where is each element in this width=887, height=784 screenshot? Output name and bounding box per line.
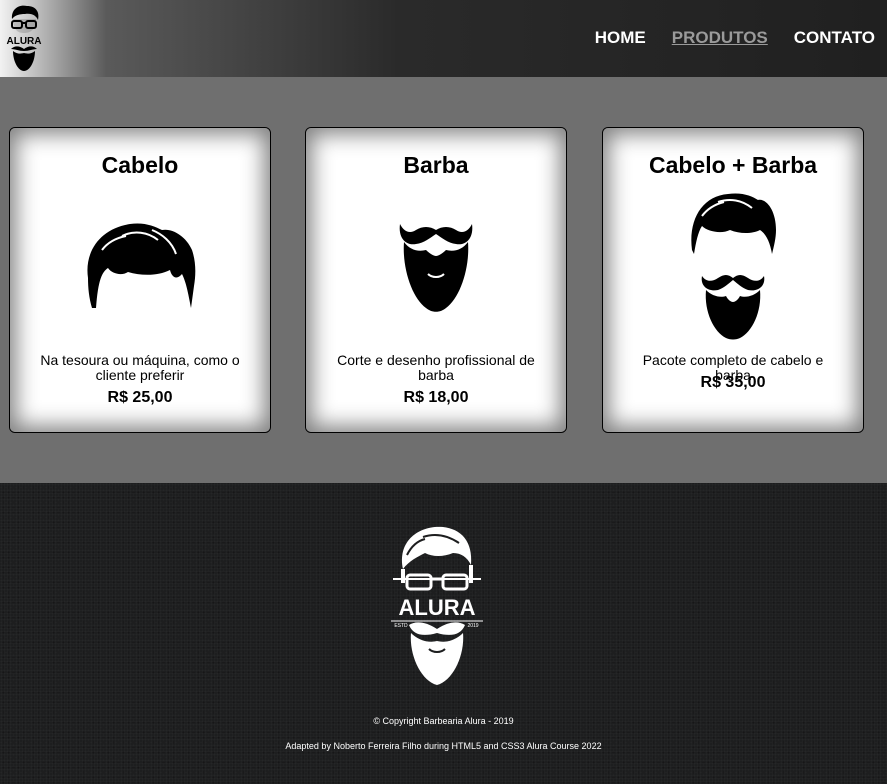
- nav-home[interactable]: HOME: [595, 28, 646, 48]
- footer-logo-year: 2019: [467, 623, 478, 629]
- beard-icon: [306, 218, 566, 314]
- main-nav: HOME PRODUTOS CONTATO: [595, 28, 875, 48]
- product-price: R$ 35,00: [700, 374, 766, 391]
- product-price: R$ 25,00: [107, 389, 173, 406]
- product-title: Barba: [403, 152, 469, 178]
- credits-text: Adapted by Noberto Ferreira Filho during…: [285, 741, 602, 751]
- product-title: Cabelo + Barba: [648, 152, 818, 178]
- hair-and-beard-icon: [603, 190, 863, 342]
- products-section: Cabelo Na tesoura ou máquina, como o cli…: [0, 77, 887, 483]
- site-footer: ALURA ESTD 2019 © Copyright Barbearia Al…: [0, 483, 887, 784]
- product-card-barba: Barba Corte e desenho profissional de ba…: [305, 127, 567, 433]
- product-card-cabelo: Cabelo Na tesoura ou máquina, como o cli…: [9, 127, 271, 433]
- product-title: Cabelo: [101, 152, 179, 178]
- footer-logo-estd: ESTD: [394, 623, 408, 629]
- barber-logo-icon: ALURA: [7, 5, 42, 71]
- product-price: R$ 18,00: [403, 389, 469, 406]
- nav-contato[interactable]: CONTATO: [794, 28, 875, 48]
- product-description: Na tesoura ou máquina, como o cliente pr…: [40, 352, 240, 383]
- alura-logo[interactable]: ALURA: [3, 3, 45, 73]
- copyright-text: © Copyright Barbearia Alura - 2019: [373, 716, 514, 726]
- barber-logo-icon: ALURA ESTD 2019: [391, 526, 483, 685]
- hair-icon: [10, 220, 270, 308]
- product-description: Corte e desenho profissional de barba: [337, 352, 535, 383]
- logo-text: ALURA: [7, 36, 42, 47]
- nav-produtos[interactable]: PRODUTOS: [672, 28, 768, 48]
- site-header: ALURA HOME PRODUTOS CONTATO: [0, 0, 887, 77]
- footer-logo: ALURA ESTD 2019: [389, 525, 485, 687]
- footer-logo-text: ALURA: [399, 595, 476, 620]
- product-card-cabelo-barba: Cabelo + Barba Pacote completo de cabelo…: [602, 127, 864, 433]
